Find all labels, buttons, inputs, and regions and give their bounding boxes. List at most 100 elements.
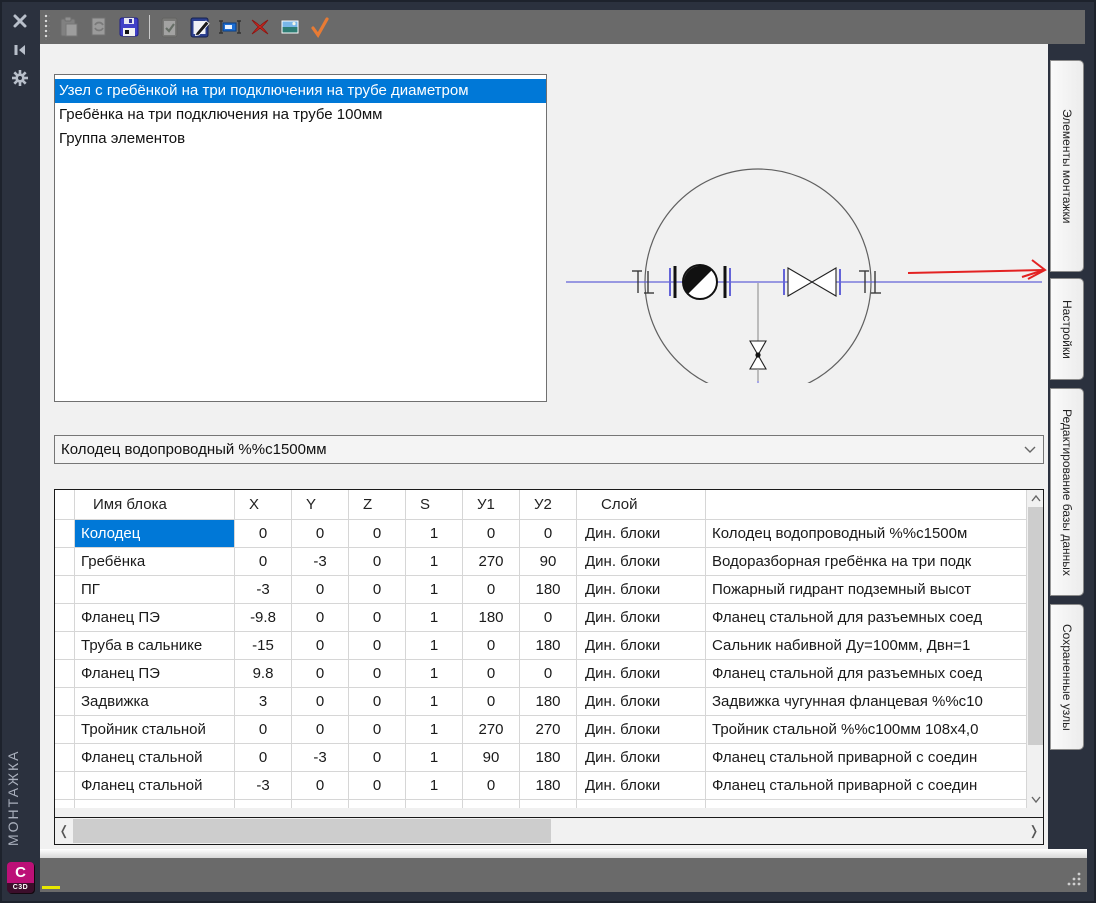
cell-u1[interactable]: 0 <box>463 772 520 800</box>
cell-x[interactable]: -3 <box>235 576 292 604</box>
vertical-scroll-thumb[interactable] <box>1028 507 1043 745</box>
edit-list-icon[interactable] <box>186 13 214 41</box>
cell-layer[interactable]: Дин. блоки <box>577 772 706 800</box>
cell-layer[interactable]: Дин. блоки <box>577 716 706 744</box>
cell-s[interactable]: 1 <box>406 772 463 800</box>
cell-desc[interactable]: Сальник набивной Ду=100мм, Двн=1 <box>706 632 1026 660</box>
text-field-icon[interactable] <box>216 13 244 41</box>
row-selector[interactable] <box>55 716 75 744</box>
cell-u2[interactable]: 180 <box>520 576 577 604</box>
cell-s[interactable]: 1 <box>406 716 463 744</box>
cell-z[interactable]: 0 <box>349 604 406 632</box>
cell-s[interactable]: 1 <box>406 632 463 660</box>
cell-z[interactable]: 0 <box>349 520 406 548</box>
cell-u1[interactable]: 90 <box>463 744 520 772</box>
horizontal-scroll-thumb[interactable] <box>73 819 551 843</box>
cell-x[interactable]: 3 <box>235 688 292 716</box>
apply-icon[interactable] <box>306 13 334 41</box>
cell-s[interactable]: 1 <box>406 520 463 548</box>
cell-name[interactable]: Фланец стальной <box>75 744 235 772</box>
refresh-icon[interactable] <box>85 13 113 41</box>
scroll-down-icon[interactable] <box>1027 791 1044 808</box>
cell-y[interactable]: 0 <box>292 716 349 744</box>
cell-u2[interactable]: 180 <box>520 632 577 660</box>
checklist-icon[interactable] <box>156 13 184 41</box>
cell-z[interactable]: 0 <box>349 576 406 604</box>
cell-z[interactable]: 0 <box>349 688 406 716</box>
cell-x[interactable]: -3 <box>235 772 292 800</box>
cell-x[interactable]: 0 <box>235 520 292 548</box>
cell-name[interactable]: Фланец ПЭ <box>75 660 235 688</box>
row-selector[interactable] <box>55 548 75 576</box>
cell-desc[interactable]: Фланец стальной для разъемных соед <box>706 604 1026 632</box>
resize-grip[interactable] <box>1065 870 1083 888</box>
cell-desc[interactable]: Фланец стальной для разъемных соед <box>706 660 1026 688</box>
horizontal-scrollbar[interactable]: ❬ ❭ <box>55 817 1043 844</box>
cell-u1[interactable]: 0 <box>463 632 520 660</box>
cell-u2[interactable]: 90 <box>520 548 577 576</box>
cell-u2[interactable]: 270 <box>520 716 577 744</box>
row-selector[interactable] <box>55 744 75 772</box>
list-item[interactable]: Группа элементов <box>55 127 546 151</box>
cell-s[interactable]: 1 <box>406 660 463 688</box>
cell-name[interactable]: Фланец стальной <box>75 772 235 800</box>
cell-desc[interactable]: Тройник стальной %%с100мм 108x4,0 <box>706 716 1026 744</box>
scroll-right-icon[interactable]: ❭ <box>1025 818 1043 844</box>
cell-desc[interactable]: Фланец стальной приварной с соедин <box>706 744 1026 772</box>
cell-s[interactable]: 1 <box>406 576 463 604</box>
cell-s[interactable]: 1 <box>406 548 463 576</box>
row-selector[interactable] <box>55 660 75 688</box>
cell-name[interactable]: Фланец ПЭ <box>75 604 235 632</box>
cell-y[interactable]: 0 <box>292 576 349 604</box>
vertical-scrollbar[interactable] <box>1026 490 1043 808</box>
cell-name[interactable]: Задвижка <box>75 688 235 716</box>
cell-y[interactable]: 0 <box>292 632 349 660</box>
cell-z[interactable]: 0 <box>349 660 406 688</box>
cell-u2[interactable]: 180 <box>520 772 577 800</box>
cell-layer[interactable]: Дин. блоки <box>577 548 706 576</box>
image-icon[interactable] <box>276 13 304 41</box>
cell-x[interactable]: 0 <box>235 744 292 772</box>
tab-4[interactable]: Сохраненные узлы <box>1050 604 1084 750</box>
cell-s[interactable]: 1 <box>406 688 463 716</box>
cell-z[interactable]: 0 <box>349 716 406 744</box>
cell-u1[interactable]: 0 <box>463 520 520 548</box>
cell-y[interactable]: 0 <box>292 688 349 716</box>
cell-y[interactable]: 0 <box>292 772 349 800</box>
cell-layer[interactable]: Дин. блоки <box>577 744 706 772</box>
settings-icon[interactable] <box>10 68 30 88</box>
cell-desc[interactable]: Пожарный гидрант подземный высот <box>706 576 1026 604</box>
row-selector[interactable] <box>55 772 75 800</box>
cell-u1[interactable]: 270 <box>463 548 520 576</box>
cell-y[interactable]: 0 <box>292 520 349 548</box>
cell-u2[interactable]: 180 <box>520 744 577 772</box>
cell-s[interactable]: 1 <box>406 604 463 632</box>
cell-u2[interactable]: 180 <box>520 688 577 716</box>
cell-name[interactable]: Труба в сальнике <box>75 632 235 660</box>
delete-icon[interactable] <box>246 13 274 41</box>
toolbar-grip[interactable] <box>44 14 50 40</box>
cell-u1[interactable]: 0 <box>463 688 520 716</box>
row-selector[interactable] <box>55 632 75 660</box>
row-selector[interactable] <box>55 576 75 604</box>
cell-name[interactable]: Колодец <box>75 520 235 548</box>
tab-2[interactable]: Настройки <box>1050 278 1084 380</box>
paste-icon[interactable] <box>55 13 83 41</box>
cell-desc[interactable]: Колодец водопроводный %%с1500м <box>706 520 1026 548</box>
cell-u1[interactable]: 0 <box>463 660 520 688</box>
cell-layer[interactable]: Дин. блоки <box>577 632 706 660</box>
cell-layer[interactable]: Дин. блоки <box>577 660 706 688</box>
cell-y[interactable]: -3 <box>292 548 349 576</box>
cell-z[interactable]: 0 <box>349 548 406 576</box>
cell-desc[interactable]: Водоразборная гребёнка на три подк <box>706 548 1026 576</box>
cell-u2[interactable]: 0 <box>520 660 577 688</box>
save-icon[interactable] <box>115 13 143 41</box>
cell-layer[interactable]: Дин. блоки <box>577 604 706 632</box>
row-selector[interactable] <box>55 688 75 716</box>
cell-y[interactable]: 0 <box>292 604 349 632</box>
cell-x[interactable]: -9.8 <box>235 604 292 632</box>
cell-z[interactable]: 0 <box>349 772 406 800</box>
cell-y[interactable]: 0 <box>292 660 349 688</box>
cell-u2[interactable]: 0 <box>520 520 577 548</box>
cell-y[interactable]: -3 <box>292 744 349 772</box>
